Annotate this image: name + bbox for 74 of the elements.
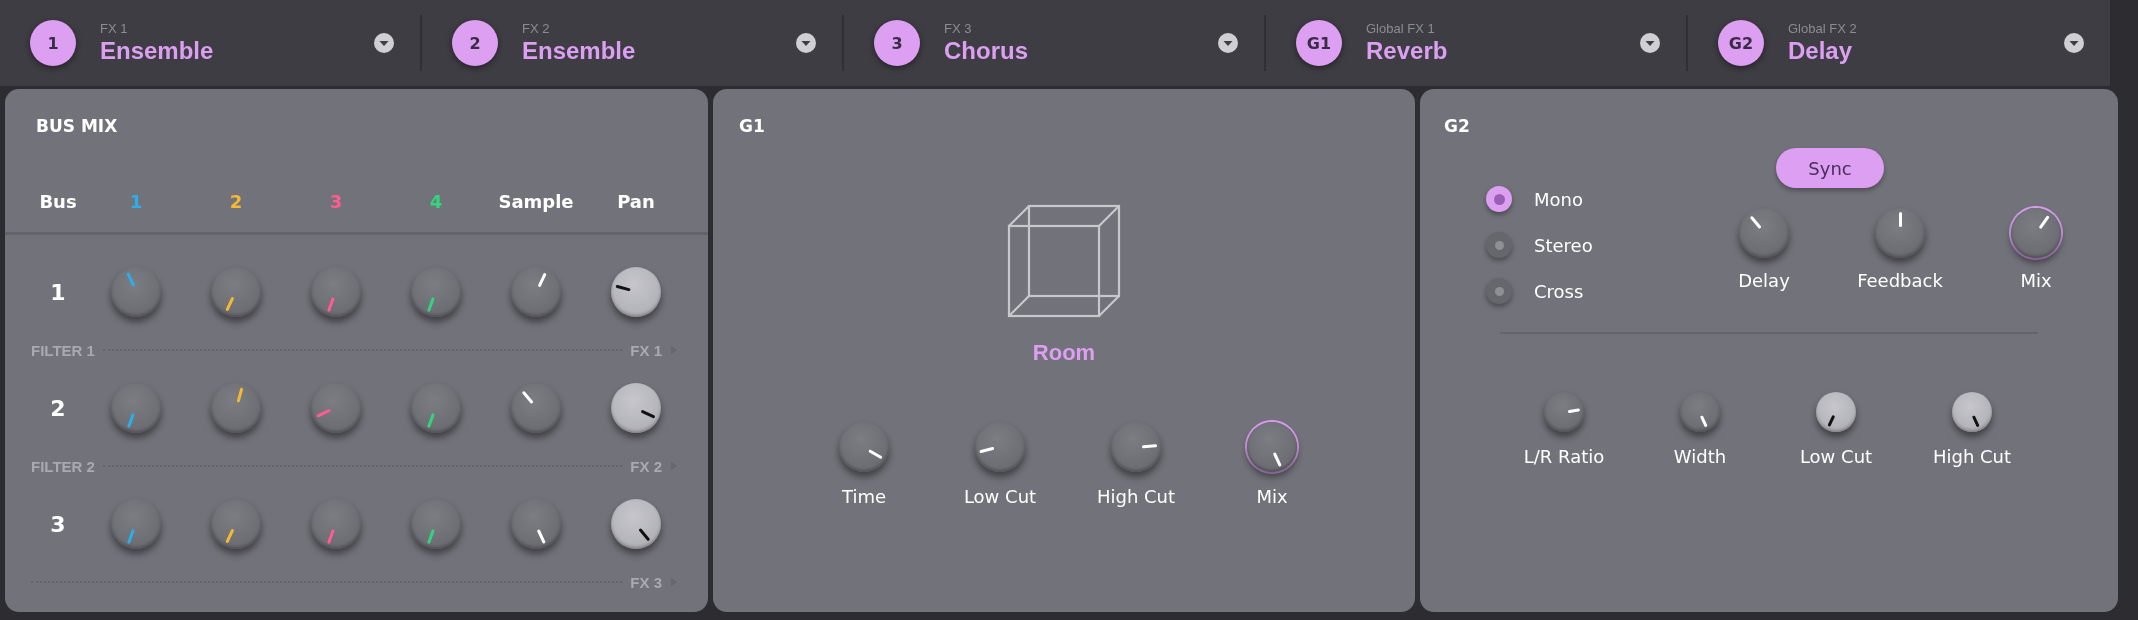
knob[interactable]: [1544, 392, 1584, 432]
radio-button[interactable]: [1486, 232, 1512, 258]
knob[interactable]: [611, 267, 661, 317]
slot-label: Global FX 1: [1366, 21, 1435, 37]
radio-button[interactable]: [1486, 186, 1512, 212]
effect-name[interactable]: Ensemble: [100, 37, 214, 65]
dropdown-caret-icon[interactable]: [1217, 32, 1239, 54]
knob[interactable]: [1247, 422, 1297, 472]
knob-label: Width: [1673, 446, 1727, 467]
effect-name[interactable]: Reverb: [1366, 37, 1448, 65]
column-header: Pan: [617, 190, 655, 212]
panel-title: G1: [739, 116, 765, 136]
knob-label: Delay: [1738, 270, 1790, 291]
knob[interactable]: [511, 383, 561, 433]
radio-label: Mono: [1534, 188, 1583, 210]
radio-label: Cross: [1534, 280, 1584, 302]
dropdown-caret-icon[interactable]: [795, 32, 817, 54]
slot-label: FX 3: [944, 21, 972, 37]
knob[interactable]: [839, 422, 889, 472]
knob-label: Low Cut: [963, 486, 1037, 507]
bus-label: 1: [50, 279, 66, 305]
radio-label: Stereo: [1534, 234, 1593, 256]
column-header: 3: [329, 190, 343, 212]
knob-label: Mix: [1256, 486, 1288, 507]
knob[interactable]: [1111, 422, 1161, 472]
slot-badge[interactable]: 1: [30, 20, 76, 66]
column-header: Bus: [39, 190, 77, 212]
slot-badge[interactable]: 2: [452, 20, 498, 66]
knob[interactable]: [211, 267, 261, 317]
slot-label: Global FX 2: [1788, 21, 1857, 37]
slot-label: FX 1: [100, 21, 128, 37]
knob[interactable]: [111, 267, 161, 317]
knob[interactable]: [511, 499, 561, 549]
slot-label: FX 2: [522, 21, 550, 37]
dropdown-caret-icon[interactable]: [2063, 32, 2085, 54]
knob[interactable]: [211, 499, 261, 549]
knob[interactable]: [2011, 208, 2061, 258]
knob-label: Mix: [2020, 270, 2052, 291]
effect-name[interactable]: Chorus: [944, 37, 1028, 65]
effect-name[interactable]: Delay: [1788, 37, 1853, 65]
knob-label: Feedback: [1857, 270, 1943, 291]
knob-label: Time: [841, 486, 887, 507]
knob[interactable]: [1816, 392, 1856, 432]
column-header: Sample: [498, 190, 574, 212]
panel-title: BUS MIX: [36, 116, 118, 136]
bus-label: 2: [50, 395, 66, 421]
column-header: 4: [429, 190, 443, 212]
knob[interactable]: [975, 422, 1025, 472]
knob-label: High Cut: [1932, 446, 2012, 467]
knob[interactable]: [611, 499, 661, 549]
knob[interactable]: [1952, 392, 1992, 432]
knob-label: Low Cut: [1799, 446, 1873, 467]
slot-badge[interactable]: 3: [874, 20, 920, 66]
knob[interactable]: [411, 499, 461, 549]
slot-badge[interactable]: G2: [1718, 20, 1764, 66]
bus-label: 3: [50, 511, 66, 537]
column-header: 1: [129, 190, 143, 212]
knob[interactable]: [1680, 392, 1720, 432]
knob[interactable]: [411, 383, 461, 433]
knob[interactable]: [1739, 208, 1789, 258]
column-header: 2: [229, 190, 243, 212]
knob[interactable]: [411, 267, 461, 317]
knob-label: L/R Ratio: [1523, 446, 1605, 467]
effect-name[interactable]: Ensemble: [522, 37, 636, 65]
sync-button[interactable]: Sync: [1776, 148, 1884, 188]
radio-button[interactable]: [1486, 278, 1512, 304]
knob[interactable]: [511, 267, 561, 317]
dropdown-caret-icon[interactable]: [373, 32, 395, 54]
slot-badge[interactable]: G1: [1296, 20, 1342, 66]
knob[interactable]: [211, 383, 261, 433]
dropdown-caret-icon[interactable]: [1639, 32, 1661, 54]
knob[interactable]: [611, 383, 661, 433]
knob-label: High Cut: [1096, 486, 1176, 507]
panel-title: G2: [1444, 116, 1470, 136]
